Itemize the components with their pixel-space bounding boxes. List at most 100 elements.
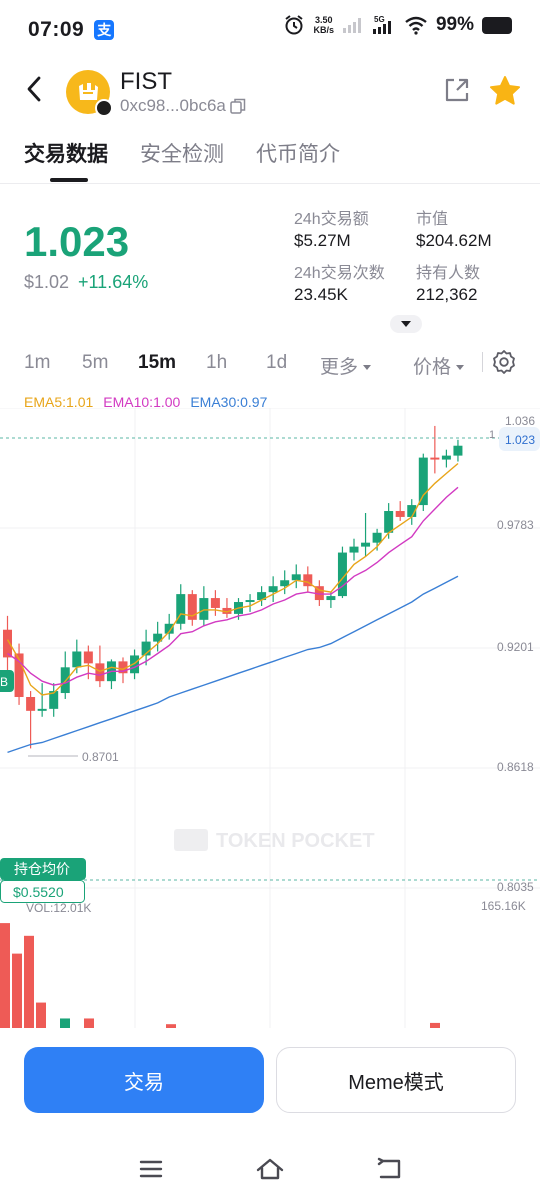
chart-grid [0, 408, 540, 1028]
holders-value: 212,362 [416, 285, 478, 304]
candle-body [372, 532, 382, 543]
txs-24h-value: 23.45K [294, 285, 348, 304]
interval-1m[interactable]: 1m [24, 352, 50, 374]
current-price-tag-text: 1.023 [505, 433, 535, 447]
avg-cost-value: $0.5520 [13, 884, 64, 900]
volume-bar [430, 1022, 440, 1028]
token-address-text: 0xc98...0bc6a [120, 96, 226, 115]
candle-body [268, 586, 278, 593]
tab-indicator [50, 178, 88, 182]
volume-bar [60, 1018, 70, 1028]
y-tick: 1.036 [505, 414, 535, 428]
chevron-down-icon [456, 365, 465, 371]
copy-icon[interactable] [230, 98, 246, 114]
share-icon[interactable] [443, 76, 471, 104]
token-pocket-watermark: TOKEN POCKET [174, 829, 375, 852]
wifi-icon [405, 16, 427, 35]
volume-bars [0, 923, 440, 1028]
battery-percent: 99% [435, 14, 474, 35]
expand-caret-icon [401, 321, 411, 327]
chevron-down-icon [363, 365, 372, 371]
token-logo [66, 70, 113, 117]
candle-body [430, 457, 440, 460]
candle-body [453, 445, 463, 456]
y-tick-cut: 1 [489, 429, 495, 441]
market-cap-label: 市值 [416, 211, 449, 228]
candlestick-chart[interactable]: TOKEN POCKET 1.036 0.9783 0.9201 0.8618 … [0, 408, 540, 1028]
current-price: 1.023 [24, 218, 130, 265]
price-type-label: 价格 [413, 357, 452, 378]
watermark-text: TOKEN POCKET [216, 830, 375, 852]
candle-body [95, 663, 105, 682]
token-name: FIST [120, 68, 172, 95]
volume-bar [36, 1002, 46, 1028]
back-nav-icon[interactable] [375, 1154, 405, 1184]
volume-bar [24, 935, 34, 1028]
system-nav-bar [0, 1140, 540, 1200]
interval-15m[interactable]: 15m [138, 352, 176, 374]
tab-security-check[interactable]: 安全检测 [140, 138, 224, 168]
svg-text:5G: 5G [374, 15, 385, 24]
low-marker-label: 0.8701 [82, 750, 119, 764]
volume-label: VOL:12.01K [26, 901, 91, 915]
token-address[interactable]: 0xc98...0bc6a [120, 96, 246, 116]
volume-24h-label: 24h交易额 [294, 211, 369, 228]
market-cap-value: $204.62M [416, 231, 492, 250]
signal-5g-icon: 5G [372, 15, 391, 34]
candle-body [72, 651, 82, 668]
txs-24h-label: 24h交易次数 [294, 265, 385, 282]
price-usd: $1.02 [24, 272, 70, 292]
candle-body [326, 596, 336, 601]
candle-body [361, 542, 371, 547]
meme-mode-button[interactable]: Meme模式 [276, 1047, 516, 1113]
price-type-dropdown[interactable]: 价格 [413, 352, 465, 379]
candle-body [349, 546, 359, 553]
more-intervals-dropdown[interactable]: 更多 [320, 352, 372, 379]
candle-body [37, 708, 47, 711]
chart-settings-gear-icon[interactable] [491, 349, 517, 375]
menu-icon[interactable] [136, 1154, 166, 1184]
candle-body [291, 574, 301, 581]
y-tick: 0.9201 [497, 640, 534, 654]
back-arrow-icon[interactable] [22, 74, 48, 104]
volume-max-label: 165.16K [481, 899, 526, 913]
status-bar: 07:09 支 3.50 KB/s 5G 99% [0, 0, 540, 60]
interval-5m[interactable]: 5m [82, 352, 108, 374]
candle-body [3, 629, 12, 658]
y-axis: 1.036 0.9783 0.9201 0.8618 0.8035 [497, 414, 535, 894]
interval-1d[interactable]: 1d [266, 352, 287, 374]
volume-bar [12, 953, 22, 1028]
favorite-star-icon[interactable] [488, 74, 522, 108]
volume-bar [0, 923, 10, 1028]
candle-body [245, 600, 255, 603]
status-indicators: 3.50 KB/s 5G 99% [283, 14, 512, 36]
chart-series [3, 425, 463, 754]
home-icon[interactable] [255, 1154, 285, 1184]
alarm-icon [285, 15, 304, 35]
volume-bar [84, 1018, 94, 1028]
candle-body [395, 511, 405, 517]
tab-token-intro[interactable]: 代币简介 [256, 138, 340, 168]
y-tick: 0.8035 [497, 880, 534, 894]
expand-stats-button[interactable] [390, 315, 422, 333]
toolbar-divider [482, 352, 483, 372]
volume-24h-value: $5.27M [294, 231, 351, 250]
avg-cost-label: 持仓均价 [14, 861, 70, 877]
token-header: FIST 0xc98...0bc6a [0, 62, 540, 122]
buy-marker-text: B [0, 675, 8, 689]
interval-1h[interactable]: 1h [206, 352, 227, 374]
signal-weak-icon [342, 18, 361, 33]
trade-button[interactable]: 交易 [24, 1047, 264, 1113]
candle-body [384, 511, 394, 533]
candle-body [199, 598, 209, 620]
candle-body [441, 455, 451, 460]
candle-body [210, 598, 220, 608]
net-speed-unit: KB/s [313, 25, 334, 35]
alipay-icon: 支 [94, 20, 115, 40]
candle-body [26, 696, 36, 711]
y-tick: 0.8618 [497, 760, 534, 774]
tab-trade-data[interactable]: 交易数据 [24, 138, 108, 168]
candle-body [418, 457, 428, 506]
net-speed-value: 3.50 [314, 15, 333, 25]
net-speed: 3.50 KB/s [313, 15, 334, 35]
